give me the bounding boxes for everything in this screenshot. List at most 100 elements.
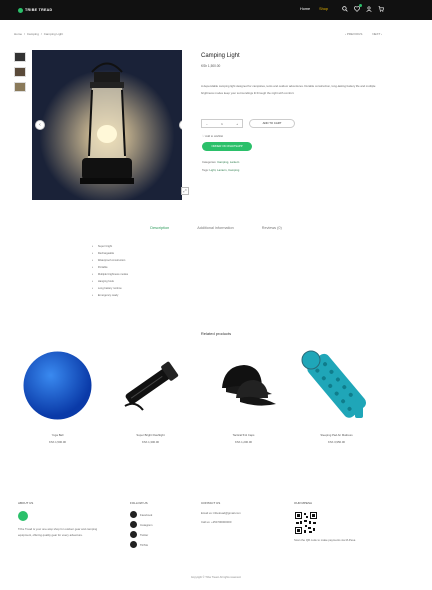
product-card[interactable]: Yoga Ball KSh 1,500.00 xyxy=(20,348,95,444)
product-card[interactable]: Sleeping Pad Air Mattress KSh 3,950.00 xyxy=(299,348,374,444)
footer-social-label: Instagram xyxy=(140,522,153,527)
logo-text: TRIBE TREAD xyxy=(25,8,53,12)
breadcrumb-home[interactable]: Home xyxy=(14,32,22,36)
qty-increase-button[interactable]: + xyxy=(236,122,238,126)
category-label: Categories: xyxy=(202,160,217,164)
footer-payment: OUR MPESA Scan the QR code to make payme… xyxy=(294,501,384,542)
logo-icon xyxy=(18,7,23,13)
product-pagination: ‹ PREVIOUS NEXT › xyxy=(345,32,382,36)
product-price: KSh 1,200.00 xyxy=(235,440,252,444)
footer-social-instagram[interactable]: Instagram xyxy=(130,521,152,528)
product-image[interactable] xyxy=(113,348,188,423)
footer-payment-text: Scan the QR code to make payments via M-… xyxy=(294,538,356,542)
product-title: Camping Light xyxy=(201,53,240,59)
footer-heading: CONTACT US xyxy=(201,501,221,505)
list-item: Long battery runtime xyxy=(98,285,128,292)
tab-reviews[interactable]: Reviews (0) xyxy=(262,226,282,230)
list-item: Rechargeable xyxy=(98,250,128,257)
list-item: Emergency ready xyxy=(98,292,128,299)
list-item: Multiple brightness modes xyxy=(98,271,128,278)
product-name[interactable]: Tactical 511 Caps xyxy=(206,433,281,437)
thumbnail-2[interactable] xyxy=(14,67,26,77)
breadcrumb-current: Camping Light xyxy=(43,32,64,36)
previous-product-link[interactable]: ‹ PREVIOUS xyxy=(345,32,362,36)
footer-contact: CONTACT US Email us: tribetread@gmail.co… xyxy=(201,501,241,524)
image-next-arrow[interactable]: › xyxy=(179,120,182,130)
zoom-icon[interactable]: ⤢ xyxy=(181,187,189,195)
breadcrumb-separator: / xyxy=(40,32,42,36)
tags-label: Tags: xyxy=(202,168,209,172)
product-thumbnails xyxy=(14,52,26,92)
next-product-link[interactable]: NEXT › xyxy=(372,32,382,36)
product-image[interactable] xyxy=(20,348,95,423)
search-icon[interactable] xyxy=(342,6,348,12)
thumbnail-1[interactable] xyxy=(14,52,26,62)
user-account-icon[interactable] xyxy=(366,6,372,12)
qty-decrease-button[interactable]: − xyxy=(206,122,208,126)
cart-icon[interactable] xyxy=(378,6,384,12)
product-name[interactable]: Sleeping Pad Air Mattress xyxy=(299,433,374,437)
breadcrumb-camping[interactable]: Camping xyxy=(27,32,39,36)
footer-social-twitter[interactable]: Twitter xyxy=(130,531,152,538)
product-image[interactable] xyxy=(299,348,374,423)
wishlist-heart-icon[interactable] xyxy=(354,4,362,12)
product-price: KSh 3,950.00 xyxy=(328,440,345,444)
footer-social-tiktok[interactable]: TikTok xyxy=(130,541,152,548)
wishlist-badge xyxy=(359,4,362,7)
footer-heading: OUR MPESA xyxy=(294,501,313,505)
footer-logo-icon xyxy=(18,511,28,521)
copyright-text: Copyright © Tribe Tread. All rights rese… xyxy=(190,576,242,579)
list-item: Portable xyxy=(98,264,128,271)
add-to-cart-button[interactable]: ADD TO CART xyxy=(249,119,295,128)
wishlist-label: Add to wishlist xyxy=(205,134,224,138)
footer-social-label: Facebook xyxy=(140,512,153,517)
qr-code-image xyxy=(294,511,318,535)
whatsapp-order-button[interactable]: ORDER ON WHATSAPP xyxy=(202,142,252,151)
site-logo[interactable]: TRIBE TREAD xyxy=(18,6,52,14)
product-tabs: Description Additional information Revie… xyxy=(0,226,432,230)
list-item: Waterproof construction xyxy=(98,257,128,264)
list-item: Hanging hook xyxy=(98,278,128,285)
twitter-icon xyxy=(130,531,137,538)
add-to-wishlist-link[interactable]: ♡ Add to wishlist xyxy=(202,134,223,138)
feature-list: Super bright Rechargeable Waterproof con… xyxy=(98,243,128,299)
image-prev-arrow[interactable]: ‹ xyxy=(35,120,45,130)
qty-value[interactable]: 1 xyxy=(221,122,223,126)
tag-links[interactable]: Light, Lantern, Camping xyxy=(209,168,239,172)
product-name[interactable]: Super Bright Flashlight xyxy=(113,433,188,437)
product-main-image: ‹ › xyxy=(32,50,182,200)
thumbnail-3[interactable] xyxy=(14,82,26,92)
tiktok-icon xyxy=(130,541,137,548)
tab-description[interactable]: Description xyxy=(150,226,169,230)
header-icons xyxy=(342,4,384,12)
footer-heading: FOLLOW US xyxy=(130,501,148,505)
product-price: KSh 1,500.00 xyxy=(201,64,221,68)
footer-social-label: TikTok xyxy=(140,542,148,547)
quantity-stepper[interactable]: − 1 + xyxy=(201,119,243,128)
tab-additional-information[interactable]: Additional information xyxy=(197,226,234,230)
footer-social-facebook[interactable]: Facebook xyxy=(130,511,152,518)
next-label: NEXT xyxy=(372,32,381,36)
footer-phone[interactable]: Call us: +254700000000 xyxy=(201,520,241,524)
product-meta: Categories: Camping, Lantern Tags: Light… xyxy=(202,158,239,174)
product-card[interactable]: Super Bright Flashlight KSh 1,300.00 xyxy=(113,348,188,444)
product-price: KSh 1,300.00 xyxy=(142,440,159,444)
footer-email[interactable]: Email us: tribetread@gmail.com xyxy=(201,511,241,515)
breadcrumb: Home / Camping / Camping Light xyxy=(14,32,63,36)
product-image[interactable] xyxy=(206,348,281,423)
footer-social-label: Twitter xyxy=(140,532,149,537)
product-price: KSh 1,500.00 xyxy=(49,440,66,444)
category-links[interactable]: Camping, Lantern xyxy=(217,160,239,164)
product-name[interactable]: Yoga Ball xyxy=(20,433,95,437)
footer-heading: ABOUT US xyxy=(18,501,34,505)
facebook-icon xyxy=(130,511,137,518)
nav-shop[interactable]: Shop xyxy=(319,7,328,11)
main-nav: Home Shop xyxy=(300,7,328,11)
nav-home[interactable]: Home xyxy=(300,7,310,11)
product-card[interactable]: Tactical 511 Caps KSh 1,200.00 xyxy=(206,348,281,444)
related-products-grid: Yoga Ball KSh 1,500.00 Super Bright Flas… xyxy=(20,348,374,444)
product-short-description: A dependable camping light designed for … xyxy=(201,84,376,95)
top-navbar: TRIBE TREAD Home Shop xyxy=(0,0,432,20)
list-item: Super bright xyxy=(98,243,128,250)
instagram-icon xyxy=(130,521,137,528)
